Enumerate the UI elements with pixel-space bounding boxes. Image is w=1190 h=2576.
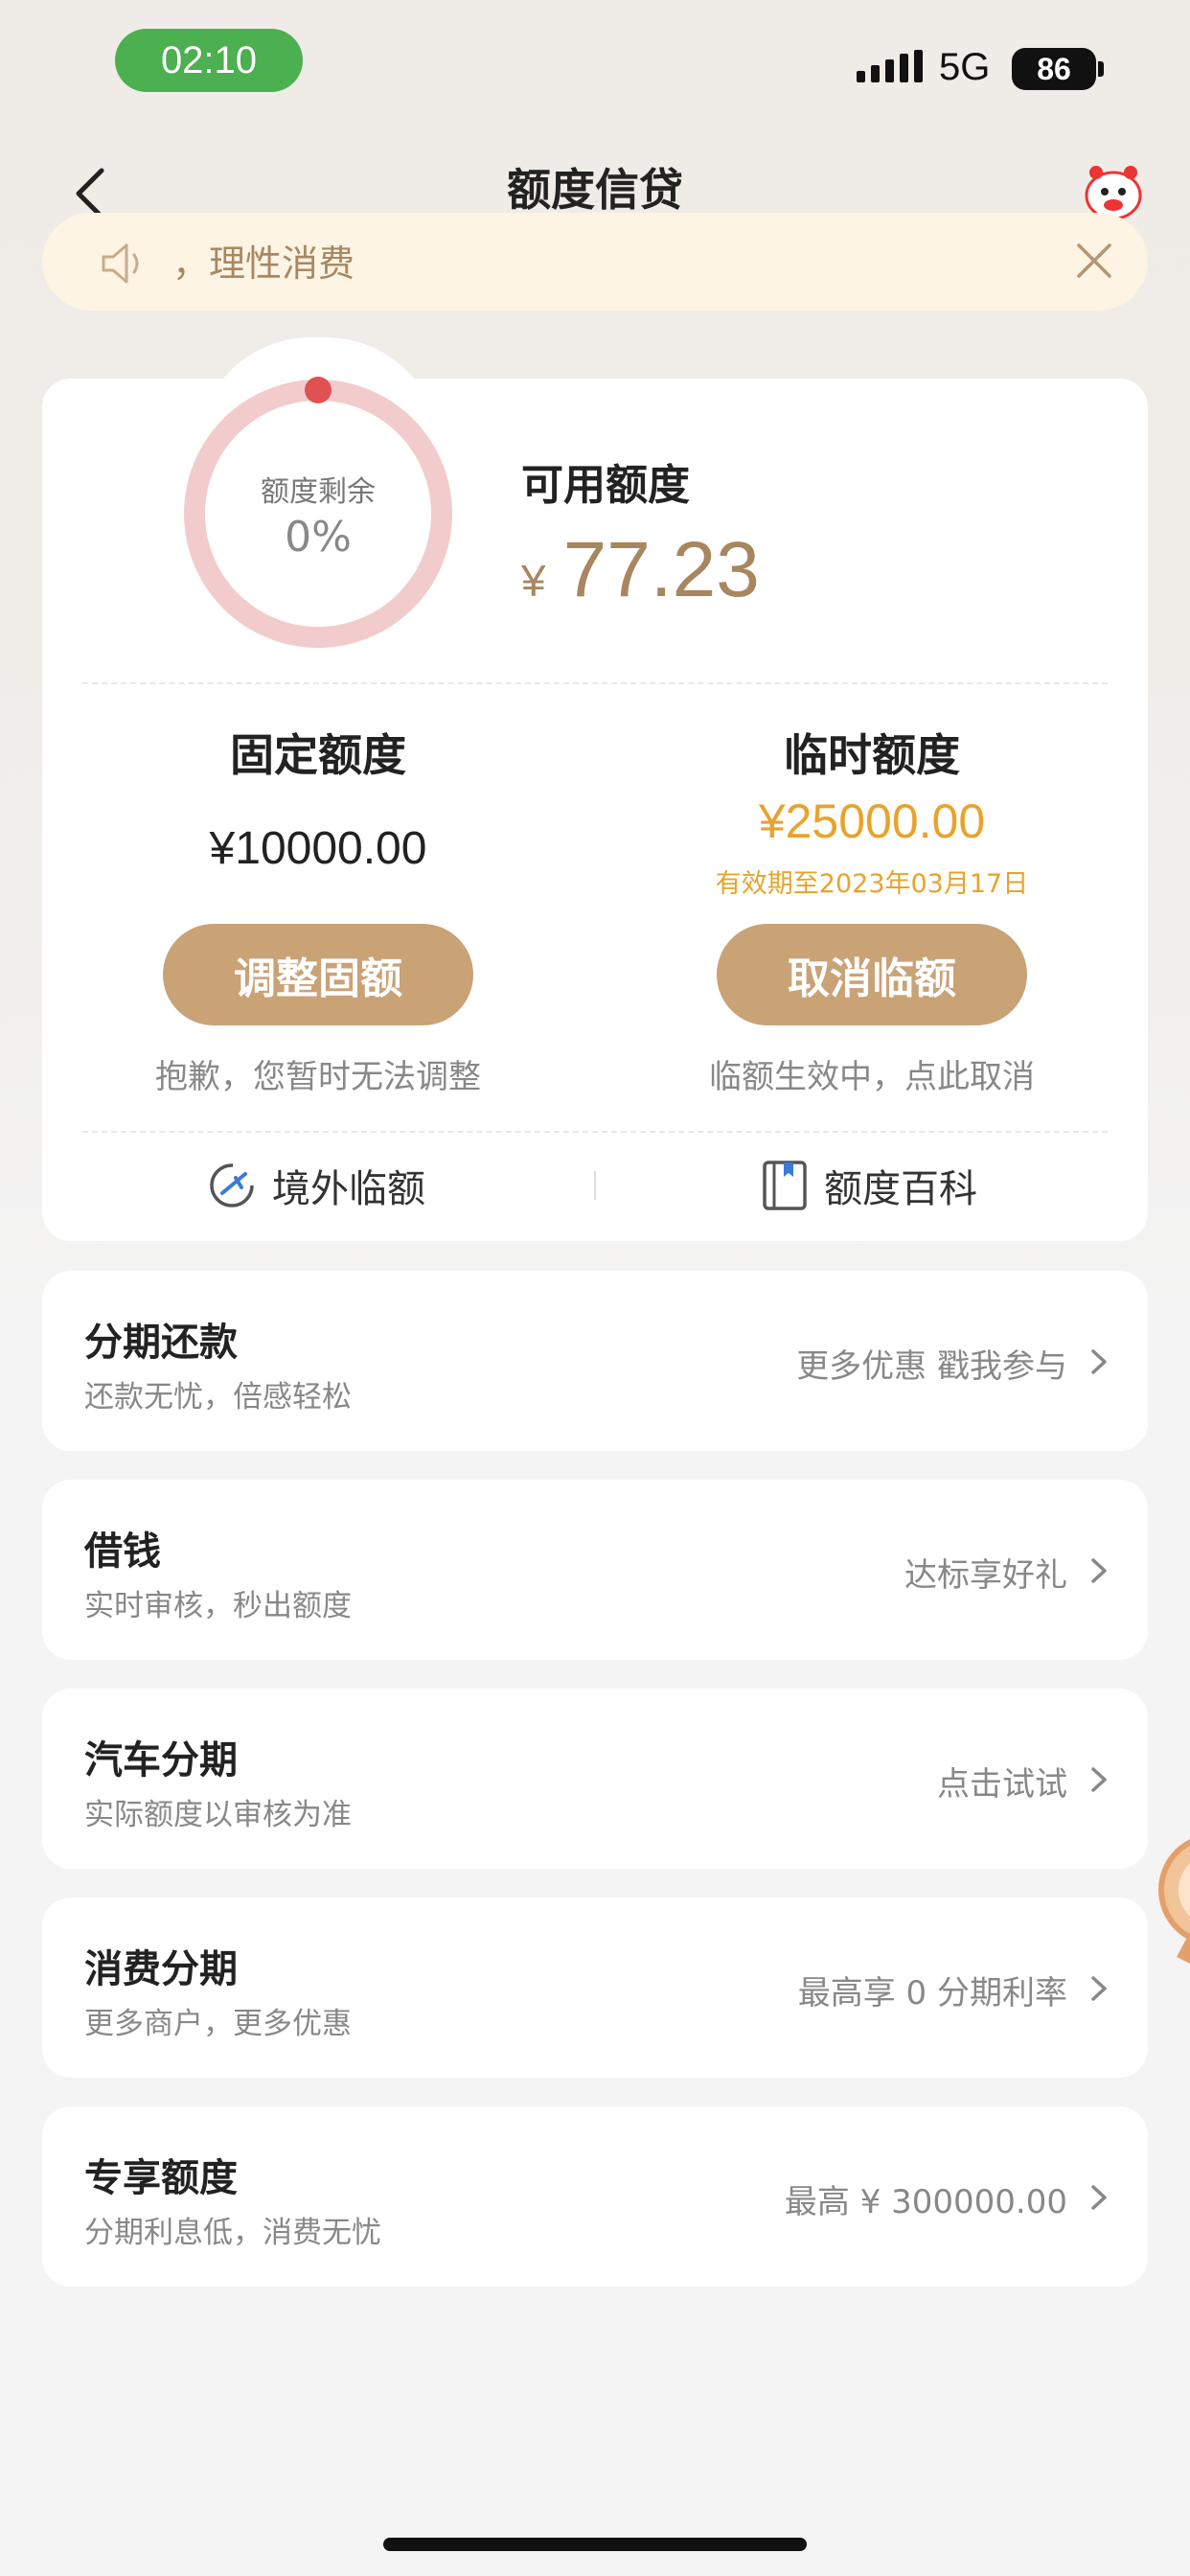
item-subtitle: 分期利息低，消费无忧 <box>84 2216 381 2250</box>
item-promo: 最高 ¥ 300000.00 <box>784 2183 1067 2221</box>
temp-quota-validity: 有效期至2023年03月17日 <box>715 869 1029 899</box>
available-value: 77.23 <box>562 526 760 613</box>
cancel-temp-button[interactable]: 取消临额 <box>717 924 1027 1025</box>
ring-percent: 0% <box>285 513 352 562</box>
link-separator <box>594 1171 596 1200</box>
item-title: 汽车分期 <box>84 1738 238 1782</box>
list-item-exclusive-quota[interactable]: 专享额度 分期利息低，消费无忧 最高 ¥ 300000.00 <box>42 2106 1148 2287</box>
temp-quota-amount: ¥25000.00 <box>758 794 986 848</box>
chevron-right-icon <box>1091 1767 1107 1792</box>
list-item-borrow[interactable]: 借钱 实时审核，秒出额度 达标享好礼 <box>42 1480 1148 1660</box>
battery-indicator: 86 <box>1012 48 1096 90</box>
chevron-right-icon <box>1091 1349 1107 1374</box>
list-item-consumer-installment[interactable]: 消费分期 更多商户，更多优惠 最高享 0 分期利率 <box>42 1898 1148 2078</box>
fixed-quota-title: 固定额度 <box>230 729 406 781</box>
signal-icon <box>857 50 923 82</box>
quota-wiki-label: 额度百科 <box>824 1167 977 1211</box>
floating-promo-icon[interactable] <box>1157 1813 1190 2005</box>
item-promo: 点击试试 <box>937 1765 1067 1804</box>
fixed-quota-amount: ¥10000.00 <box>209 823 427 874</box>
adjust-fixed-button[interactable]: 调整固额 <box>163 924 473 1025</box>
divider <box>82 682 1108 684</box>
item-subtitle: 实际额度以审核为准 <box>84 1798 352 1832</box>
chevron-right-icon <box>1091 1558 1107 1583</box>
item-title: 专享额度 <box>84 2156 238 2200</box>
item-title: 借钱 <box>84 1530 161 1574</box>
available-amount: ¥77.23 <box>521 525 760 615</box>
page-title: 额度信贷 <box>507 164 683 216</box>
item-subtitle: 还款无忧，倍感轻松 <box>84 1380 352 1414</box>
list-item-car-installment[interactable]: 汽车分期 实际额度以审核为准 点击试试 <box>42 1689 1148 1869</box>
chevron-right-icon <box>1091 2185 1107 2210</box>
item-title: 分期还款 <box>84 1321 238 1365</box>
divider <box>82 1131 1108 1133</box>
overseas-quota-link[interactable]: 境外临额 <box>207 1158 425 1213</box>
fixed-hint: 抱歉，您暂时无法调整 <box>155 1058 481 1096</box>
ring-label: 额度剩余 <box>261 475 376 509</box>
chevron-right-icon <box>1091 1976 1107 2001</box>
item-promo: 最高享 0 分期利率 <box>797 1974 1067 2012</box>
available-label: 可用额度 <box>521 461 690 510</box>
item-subtitle: 更多商户，更多优惠 <box>84 2007 352 2041</box>
close-icon[interactable] <box>1073 240 1115 282</box>
home-indicator <box>383 2538 807 2551</box>
book-icon <box>763 1161 807 1210</box>
item-title: 消费分期 <box>84 1947 238 1991</box>
list-item-installment-repayment[interactable]: 分期还款 还款无忧，倍感轻松 更多优惠 戳我参与 <box>42 1271 1148 1451</box>
notice-text: ，理性消费 <box>172 242 355 285</box>
item-subtitle: 实时审核，秒出额度 <box>84 1589 352 1623</box>
overseas-quota-label: 境外临额 <box>272 1167 425 1211</box>
speaker-icon <box>102 243 139 284</box>
network-type: 5G <box>939 46 991 88</box>
status-time: 02:10 <box>115 29 303 92</box>
item-promo: 达标享好礼 <box>904 1556 1067 1595</box>
battery-tip <box>1098 61 1104 77</box>
currency-symbol: ¥ <box>521 556 546 606</box>
quota-wiki-link[interactable]: 额度百科 <box>761 1158 977 1213</box>
plane-icon <box>210 1163 254 1208</box>
item-promo: 更多优惠 戳我参与 <box>796 1347 1067 1386</box>
ring-dot <box>305 377 332 403</box>
temp-hint[interactable]: 临额生效中，点此取消 <box>632 1050 1111 1097</box>
temp-quota-title: 临时额度 <box>784 729 960 781</box>
